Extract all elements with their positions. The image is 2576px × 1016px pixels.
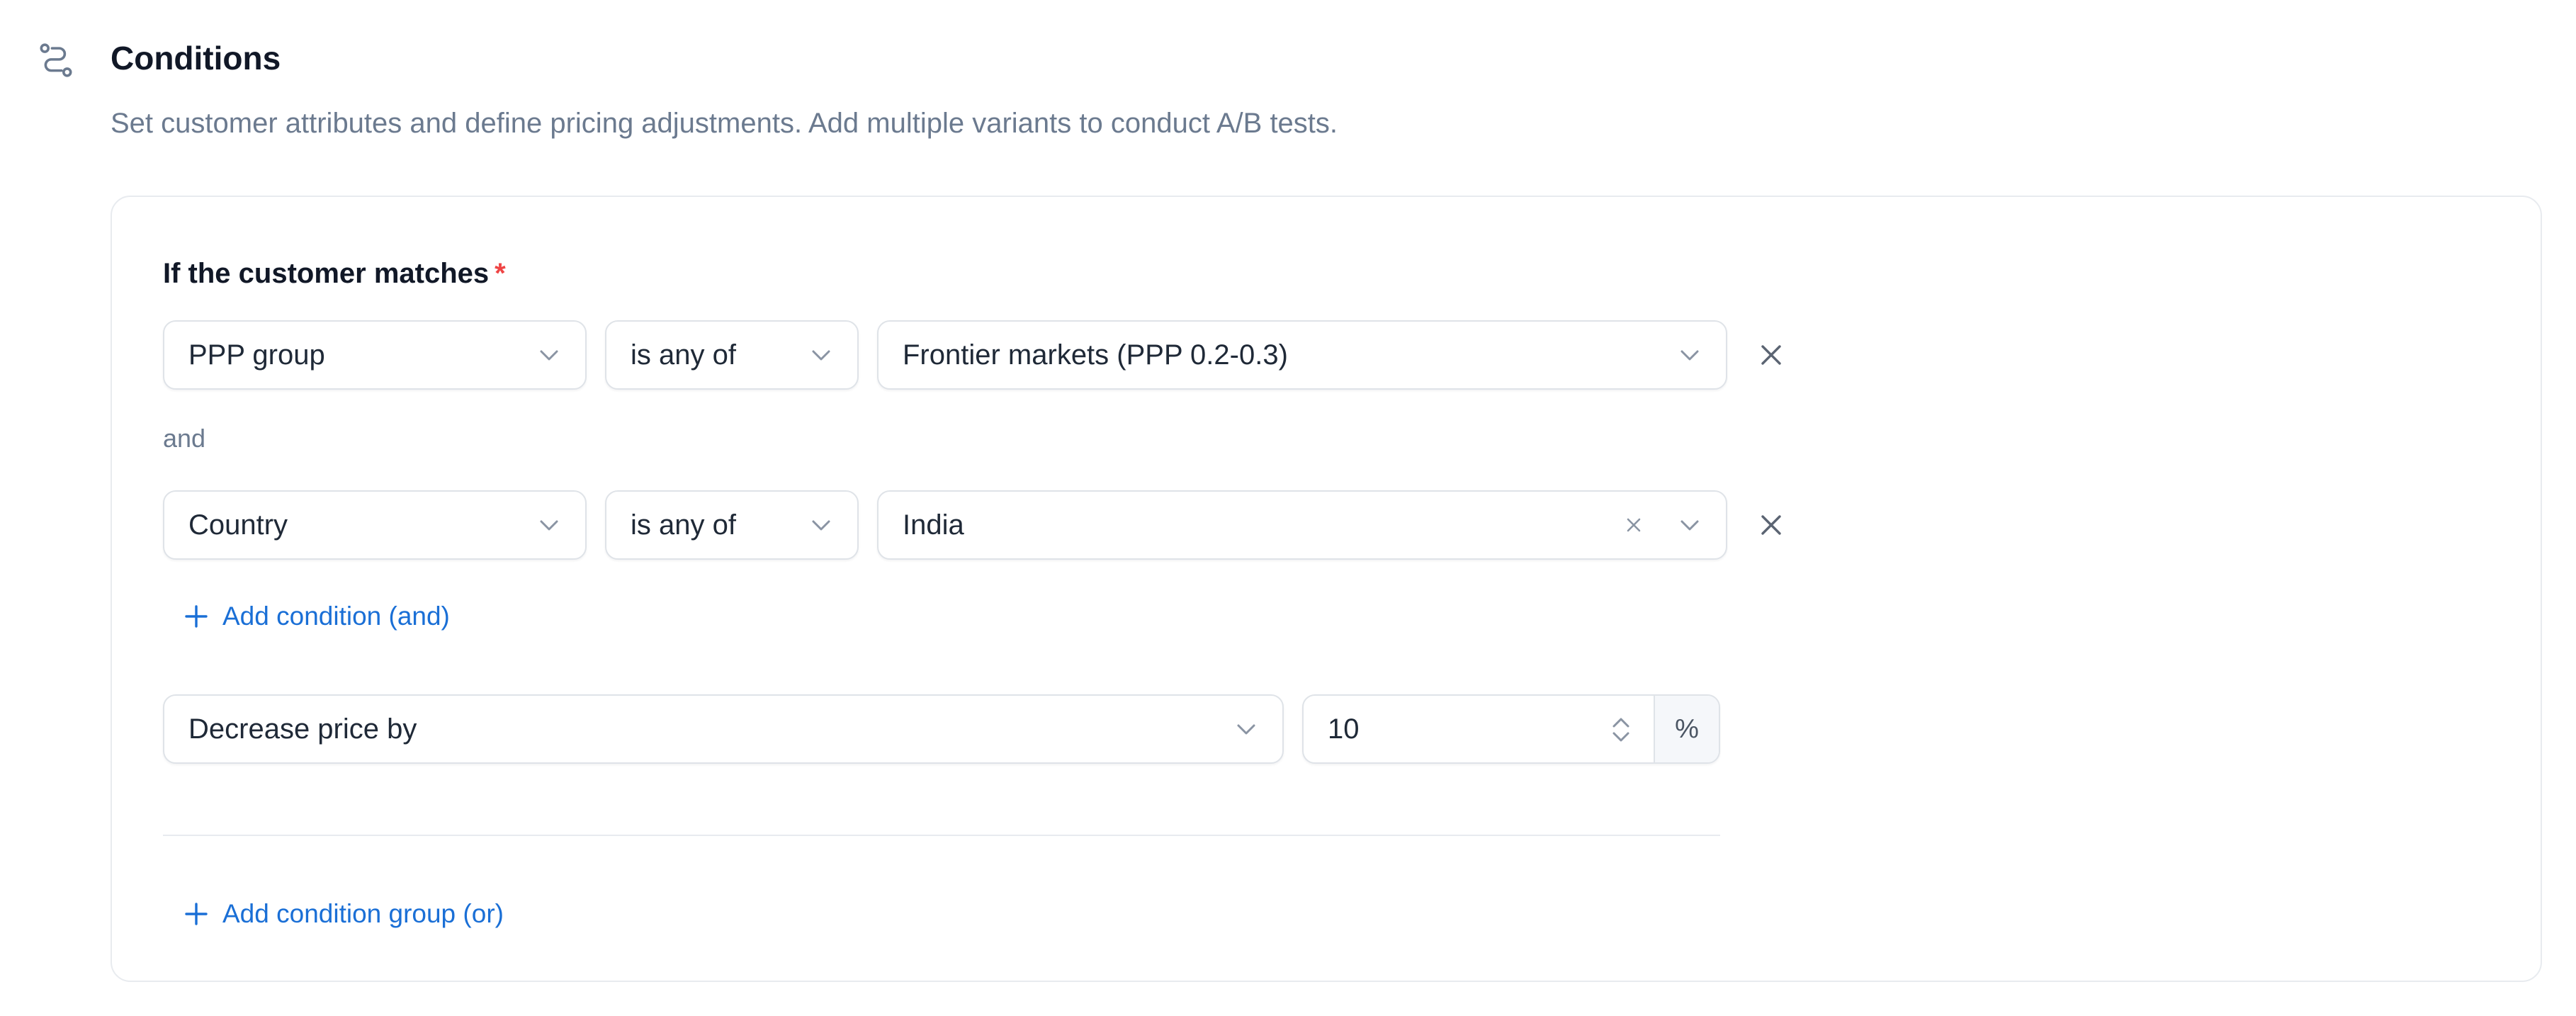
clear-value-icon[interactable]: [1622, 514, 1645, 536]
chevron-down-icon: [812, 520, 830, 531]
attribute-select-value: PPP group: [188, 339, 325, 371]
value-select-1[interactable]: Frontier markets (PPP 0.2-0.3): [877, 320, 1727, 390]
attribute-select-2[interactable]: Country: [163, 490, 587, 560]
value-select-2[interactable]: India: [877, 490, 1727, 560]
and-joiner-label: and: [163, 424, 206, 453]
adjustment-amount-input[interactable]: 10 %: [1302, 694, 1720, 764]
match-label: If the customer matches *: [163, 255, 506, 292]
conditions-section: Conditions Set customer attributes and d…: [0, 0, 2576, 1016]
chevron-down-icon: [1680, 520, 1699, 531]
add-condition-label: Add condition (and): [222, 602, 450, 631]
operator-select-1[interactable]: is any of: [605, 320, 859, 390]
stepper-icon[interactable]: [1608, 713, 1634, 747]
add-condition-and-button[interactable]: Add condition (and): [183, 599, 450, 633]
value-select-value: Frontier markets (PPP 0.2-0.3): [903, 339, 1288, 371]
divider: [163, 835, 1720, 836]
section-title: Conditions: [111, 40, 281, 77]
adjustment-type-value: Decrease price by: [188, 713, 417, 745]
chevron-down-icon: [1237, 724, 1255, 735]
adjustment-amount-value: 10: [1328, 713, 1360, 745]
operator-select-value: is any of: [631, 509, 736, 541]
condition-group-card: If the customer matches * PPP group is an…: [111, 196, 2542, 982]
required-indicator: *: [495, 258, 506, 289]
remove-condition-1-icon[interactable]: [1756, 339, 1787, 371]
chevron-down-icon: [540, 520, 558, 531]
chevron-down-icon: [812, 350, 830, 361]
operator-select-value: is any of: [631, 339, 736, 371]
percent-suffix: %: [1654, 696, 1719, 762]
remove-condition-2-icon[interactable]: [1756, 509, 1787, 541]
plus-icon: [185, 605, 208, 628]
route-icon: [40, 43, 72, 77]
attribute-select-1[interactable]: PPP group: [163, 320, 587, 390]
plus-icon: [185, 903, 208, 925]
operator-select-2[interactable]: is any of: [605, 490, 859, 560]
add-condition-group-or-button[interactable]: Add condition group (or): [183, 897, 504, 931]
add-condition-group-label: Add condition group (or): [222, 899, 504, 928]
value-select-value: India: [903, 509, 964, 541]
chevron-down-icon: [540, 350, 558, 361]
match-label-text: If the customer matches: [163, 258, 490, 289]
adjustment-type-select[interactable]: Decrease price by: [163, 694, 1284, 764]
chevron-down-icon: [1680, 350, 1699, 361]
attribute-select-value: Country: [188, 509, 288, 541]
section-description: Set customer attributes and define prici…: [111, 108, 1338, 139]
